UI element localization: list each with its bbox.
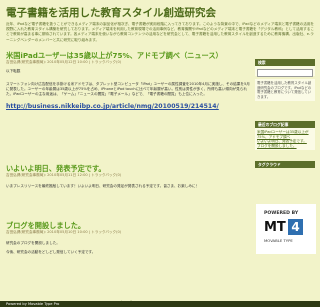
recent-posts-widget: 最近のブログ記事 米国iPadユーザーは35歳以上が75%、アドモブ調べ いよい… <box>255 121 315 151</box>
post-subtitle: 以下転載 <box>6 69 21 73</box>
post-title[interactable]: 米国iPadユーザーは35歳以上が75%、アドモブ調べ（ニュース） <box>6 51 250 60</box>
site-description: 近年、iPadなど電子書籍を扱うことができるメディア端末の製品化が相次ぎ、電子書… <box>6 22 315 42</box>
post-body-2: 今後、研究会の活動をどしどし発信していく予定です。 <box>6 250 96 254</box>
post-meta: 吉田弘健(研究会事務局): 2010年05月12日 10:00 | トラックバッ… <box>6 60 122 64</box>
badge-sub-text: MOVABLE TYPE <box>264 238 293 243</box>
post-body: いまプレスリリースを最終推敲しています！いよいよ明日、研究会の発足が発表される予… <box>6 184 200 188</box>
tag-cloud-widget: タグクラウド <box>255 161 315 168</box>
recent-posts-heading: 最近のブログ記事 <box>255 121 315 128</box>
page: 電子書籍を活用した教育スタイル創造研究会 近年、iPadなど電子書籍を扱うことが… <box>0 0 320 307</box>
site-title[interactable]: 電子書籍を活用した教育スタイル創造研究会 <box>6 5 216 20</box>
post-meta: 吉田弘健(研究会事務局): 2010年05月10日 10:00 | トラックバッ… <box>6 230 122 234</box>
post-meta: 吉田弘健(研究会事務局): 2010年05月11日 12:00 | トラックバッ… <box>6 173 122 177</box>
badge-brand: MT <box>264 220 286 235</box>
post-1: 米国iPadユーザーは35歳以上が75%、アドモブ調べ（ニュース） 吉田弘健(研… <box>6 51 250 111</box>
recent-post-item[interactable]: 米国iPadユーザーは35歳以上が75%、アドモブ調べ <box>257 130 313 139</box>
main-content: 米国iPadユーザーは35歳以上が75%、アドモブ調べ（ニュース） 吉田弘健(研… <box>6 51 250 297</box>
about-text: 電子書籍を活用した教育スタイル創造研究会のブログです。iPadなどの電子書籍と教… <box>255 79 315 102</box>
search-input[interactable] <box>257 69 313 77</box>
post-title[interactable]: いよいよ明日、発表予定です。 <box>6 164 250 173</box>
header: 電子書籍を活用した教育スタイル創造研究会 近年、iPadなど電子書籍を扱うことが… <box>0 0 320 48</box>
search-widget: 検索 <box>255 59 315 77</box>
post-2: いよいよ明日、発表予定です。 吉田弘健(研究会事務局): 2010年05月11日… <box>6 164 250 189</box>
recent-post-item[interactable]: ブログを開設しました。 <box>257 144 313 149</box>
tag-cloud-heading: タグクラウド <box>255 161 315 168</box>
movable-type-badge[interactable]: POWERED BY MT 4 MOVABLE TYPE <box>256 204 316 254</box>
search-heading: 検索 <box>255 59 315 66</box>
post-body: スマートフォン向け広告配信を手掛ける米アドモブは、タブレット型コンピュータ「iP… <box>6 82 250 96</box>
badge-powered-text: POWERED BY <box>264 211 299 216</box>
badge-version: 4 <box>288 219 303 235</box>
footer: Powered by Movable Type Pro <box>0 301 320 307</box>
post-title[interactable]: ブログを開設しました。 <box>6 221 250 230</box>
article-link[interactable]: http://business.nikkeibp.co.jp/article/n… <box>6 103 250 111</box>
post-body: 研究会のブログを開設しました。 <box>6 241 60 245</box>
post-3: ブログを開設しました。 吉田弘健(研究会事務局): 2010年05月10日 10… <box>6 221 250 255</box>
about-widget: 電子書籍を活用した教育スタイル創造研究会のブログです。iPadなどの電子書籍と教… <box>255 79 315 102</box>
